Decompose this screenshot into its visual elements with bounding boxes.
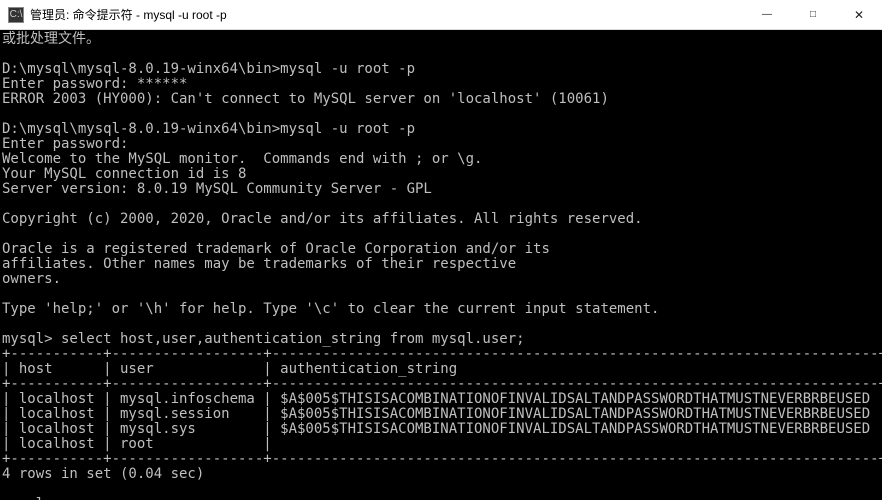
window-title: 管理员: 命令提示符 - mysql -u root -p xyxy=(30,6,744,23)
close-button[interactable]: ✕ xyxy=(836,0,882,29)
terminal-output[interactable]: 或批处理文件。 D:\mysql\mysql-8.0.19-winx64\bin… xyxy=(0,30,882,500)
cmd-icon: C:\ xyxy=(8,7,24,23)
maximize-button[interactable]: □ xyxy=(790,0,836,29)
window-controls: — □ ✕ xyxy=(744,0,882,29)
window-titlebar: C:\ 管理员: 命令提示符 - mysql -u root -p — □ ✕ xyxy=(0,0,882,30)
minimize-button[interactable]: — xyxy=(744,0,790,29)
